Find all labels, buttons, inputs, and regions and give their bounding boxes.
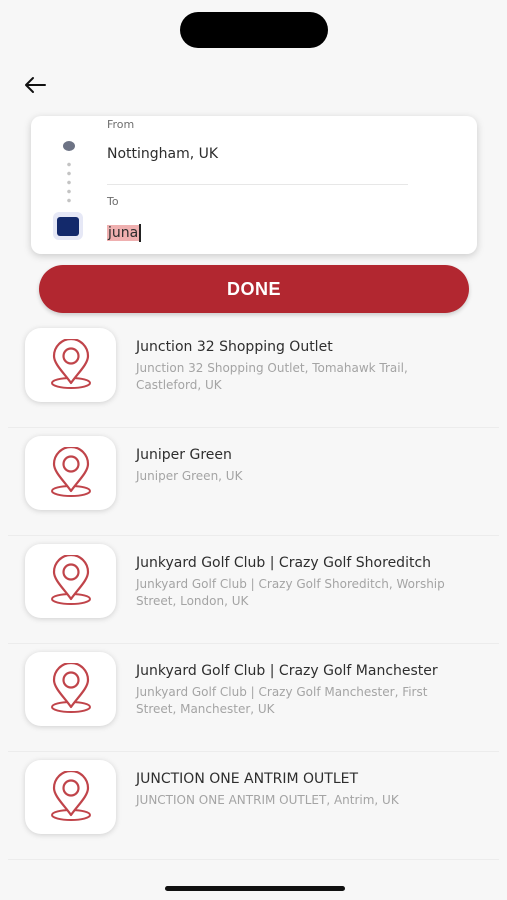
result-item[interactable]: Junkyard Golf Club | Crazy Golf Manchest… — [8, 644, 499, 752]
result-subtitle: Junkyard Golf Club | Crazy Golf Manchest… — [136, 685, 428, 716]
home-indicator — [165, 886, 345, 891]
route-connector — [67, 160, 71, 206]
result-subtitle: Junction 32 Shopping Outlet, Tomahawk Tr… — [136, 361, 408, 392]
location-pin-icon — [50, 339, 91, 389]
to-label: To — [107, 195, 119, 208]
camera-notch — [180, 12, 328, 48]
result-item[interactable]: Junkyard Golf Club | Crazy Golf Shoredit… — [8, 536, 499, 644]
result-subtitle: Juniper Green, UK — [136, 469, 243, 483]
location-pin-tile — [25, 328, 116, 402]
result-title: Junkyard Golf Club | Crazy Golf Shoredit… — [136, 555, 432, 571]
done-button[interactable]: DONE — [39, 265, 469, 313]
result-subtitle: Junkyard Golf Club | Crazy Golf Shoredit… — [136, 577, 445, 608]
arrow-left-icon — [25, 77, 46, 93]
to-field[interactable]: juna — [107, 222, 407, 244]
from-field[interactable]: Nottingham, UK — [107, 146, 407, 162]
back-button[interactable] — [18, 70, 52, 100]
result-subtitle: JUNCTION ONE ANTRIM OUTLET, Antrim, UK — [136, 793, 399, 807]
destination-marker-icon — [53, 212, 83, 240]
location-pin-icon — [50, 447, 91, 497]
from-label: From — [107, 118, 135, 131]
result-item[interactable]: JUNCTION ONE ANTRIM OUTLET JUNCTION ONE … — [8, 752, 499, 860]
field-divider — [107, 184, 408, 185]
location-pin-tile — [25, 652, 116, 726]
location-pin-tile — [25, 760, 116, 834]
location-pin-tile — [25, 436, 116, 510]
location-pin-icon — [50, 771, 91, 821]
result-title: Juniper Green — [136, 447, 232, 463]
result-title: Junction 32 Shopping Outlet — [136, 339, 333, 355]
location-pin-icon — [50, 555, 91, 605]
location-pin-tile — [25, 544, 116, 618]
result-title: JUNCTION ONE ANTRIM OUTLET — [136, 771, 359, 787]
result-item[interactable]: Juniper Green Juniper Green, UK — [8, 428, 499, 536]
search-results-list: Junction 32 Shopping Outlet Junction 32 … — [0, 320, 507, 860]
to-field-value: juna — [107, 225, 140, 241]
text-caret — [139, 224, 141, 242]
location-pin-icon — [50, 663, 91, 713]
route-card: From Nottingham, UK To juna — [31, 116, 477, 254]
result-item[interactable]: Junction 32 Shopping Outlet Junction 32 … — [8, 320, 499, 428]
result-title: Junkyard Golf Club | Crazy Golf Manchest… — [136, 663, 438, 679]
origin-dot-icon — [63, 141, 75, 151]
